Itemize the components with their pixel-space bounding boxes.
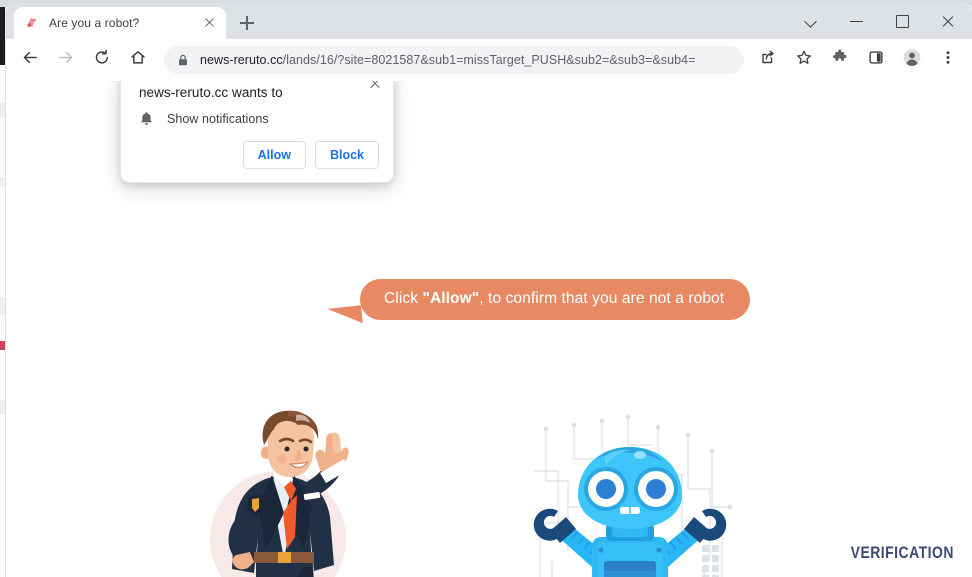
address-bar[interactable]: news-reruto.cc/lands/16/?site=8021587&su… [164, 46, 744, 74]
tab-title: Are you a robot? [49, 16, 140, 30]
allow-button[interactable]: Allow [242, 141, 306, 169]
bookmark-button[interactable] [789, 45, 819, 75]
back-button[interactable] [15, 45, 45, 75]
permission-label: Show notifications [167, 112, 269, 126]
side-panel-icon [867, 49, 885, 72]
profile-avatar-icon [902, 48, 922, 73]
chrome-menu-button[interactable] [933, 45, 963, 75]
speech-bubble-tail [327, 305, 363, 327]
bubble-emphasis: "Allow" [422, 290, 480, 307]
profile-button[interactable] [897, 45, 927, 75]
chrome-window: Are you a robot? news-reruto.cc/lands/16… [6, 3, 972, 577]
share-icon [759, 49, 777, 72]
puzzle-icon [831, 49, 849, 72]
window-controls [789, 3, 972, 39]
new-tab-button[interactable] [234, 10, 260, 36]
tab-strip: Are you a robot? [6, 3, 972, 39]
home-button[interactable] [123, 45, 153, 75]
verification-watermark: VERIFICATION [850, 543, 954, 562]
bell-icon [139, 111, 154, 127]
forward-arrow-icon [57, 49, 75, 72]
bubble-suffix: , to confirm that you are not a robot [479, 290, 725, 307]
bubble-prefix: Click [384, 290, 423, 307]
page-viewport: news-reruto.cc wants to Show notificatio… [6, 81, 972, 577]
speech-bubble-body: Click "Allow", to confirm that you are n… [360, 279, 751, 320]
star-icon [795, 49, 813, 72]
side-panel-button[interactable] [861, 45, 891, 75]
forward-button[interactable] [51, 45, 81, 75]
instruction-speech-bubble: Click "Allow", to confirm that you are n… [327, 279, 751, 327]
browser-toolbar: news-reruto.cc/lands/16/?site=8021587&su… [6, 39, 972, 81]
reload-icon [93, 49, 111, 72]
notification-permission-dialog: news-reruto.cc wants to Show notificatio… [120, 81, 394, 183]
tab-are-you-a-robot[interactable]: Are you a robot? [14, 7, 226, 39]
dialog-actions: Allow Block [242, 141, 379, 169]
tab-search-chevron-down-icon[interactable] [789, 3, 834, 39]
block-button[interactable]: Block [314, 141, 379, 169]
reload-button[interactable] [87, 45, 117, 75]
tab-close-icon[interactable] [200, 14, 218, 32]
site-favicon [24, 15, 40, 31]
url-host: news-reruto.cc [200, 53, 283, 67]
businessman-illustration [192, 409, 392, 577]
three-dot-menu-icon [939, 49, 957, 72]
extensions-button[interactable] [825, 45, 855, 75]
speech-bubble-text: Click "Allow", to confirm that you are n… [384, 290, 724, 307]
address-bar-url: news-reruto.cc/lands/16/?site=8021587&su… [200, 53, 695, 67]
maximize-button[interactable] [879, 3, 924, 39]
screen: Are you a robot? news-reruto.cc/lands/16… [0, 0, 972, 577]
url-path: /lands/16/?site=8021587&sub1=missTarget_… [282, 53, 696, 67]
home-icon [129, 49, 147, 72]
share-button[interactable] [753, 45, 783, 75]
lock-icon [176, 53, 190, 67]
dialog-title: news-reruto.cc wants to [139, 85, 283, 100]
robot-illustration [506, 411, 751, 577]
close-window-button[interactable] [924, 3, 972, 39]
permission-row: Show notifications [139, 111, 269, 127]
back-arrow-icon [21, 49, 39, 72]
minimize-button[interactable] [834, 3, 879, 39]
dialog-close-icon[interactable] [365, 81, 385, 94]
